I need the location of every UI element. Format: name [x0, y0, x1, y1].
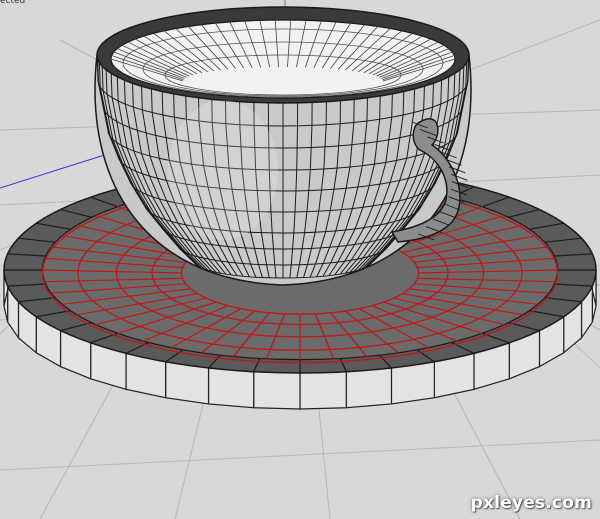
viewport-status-label: ected: [0, 0, 26, 6]
cup-inner: [110, 19, 456, 99]
saucer-edge-face: [299, 371, 347, 410]
cup-highlight: [168, 100, 278, 240]
3d-viewport[interactable]: ected pxleyes.com: [0, 0, 600, 519]
saucer-edge-face: [253, 371, 301, 410]
grid-line: [0, 439, 600, 471]
saucer-edge-face: [390, 361, 435, 405]
saucer-edge-face: [165, 361, 210, 405]
saucer-edge-face: [345, 367, 393, 409]
saucer-edge-face: [207, 367, 255, 409]
watermark-logo: pxleyes.com: [470, 493, 592, 513]
viewport-scene[interactable]: [0, 0, 600, 519]
